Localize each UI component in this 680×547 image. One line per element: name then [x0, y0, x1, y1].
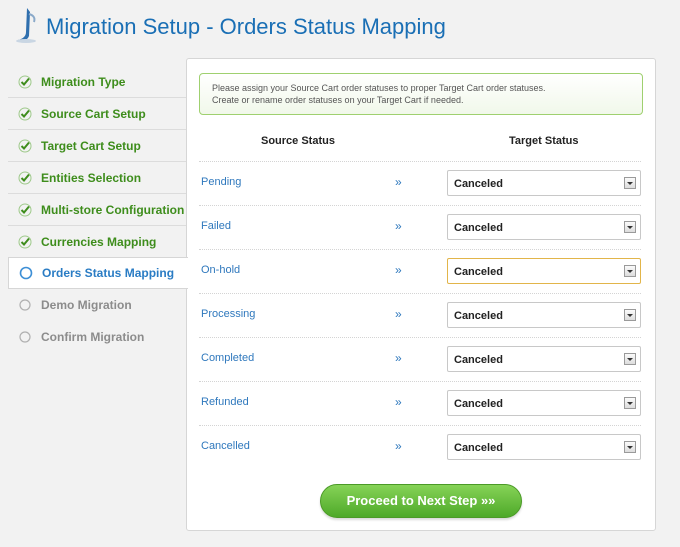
empty-circle-icon [18, 298, 32, 312]
notice-line: Create or rename order statuses on your … [212, 95, 464, 105]
mapping-row: Failed » Canceled [199, 205, 641, 249]
current-step-icon [19, 266, 33, 280]
chevron-down-icon[interactable] [624, 353, 636, 365]
selected-value: Canceled [454, 354, 503, 366]
step-label: Currencies Mapping [41, 234, 157, 249]
step-label: Orders Status Mapping [42, 266, 175, 280]
mapping-arrow-icon: » [395, 395, 402, 409]
logo-icon [16, 8, 36, 43]
proceed-next-step-button[interactable]: Proceed to Next Step »» [320, 484, 522, 518]
mapping-row: Processing » Canceled [199, 293, 641, 337]
check-icon [18, 171, 32, 185]
mapping-row: Refunded » Canceled [199, 381, 641, 425]
source-status-label: Completed [201, 352, 255, 364]
step-label: Entities Selection [41, 170, 142, 185]
step-label: Confirm Migration [41, 330, 145, 344]
step-label: Migration Type [41, 74, 126, 89]
source-status-label: Cancelled [201, 440, 250, 452]
selected-value: Canceled [454, 398, 503, 410]
mapping-row: Completed » Canceled [199, 337, 641, 381]
mapping-arrow-icon: » [395, 307, 402, 321]
check-icon [18, 139, 32, 153]
chevron-down-icon[interactable] [624, 177, 636, 189]
mapping-arrow-icon: » [395, 263, 402, 277]
target-status-select[interactable]: Canceled [447, 346, 641, 372]
source-status-label: On-hold [201, 264, 241, 276]
target-status-select[interactable]: Canceled [447, 434, 641, 460]
chevron-down-icon[interactable] [624, 397, 636, 409]
mapping-arrow-icon: » [395, 175, 402, 189]
source-status-label: Pending [201, 176, 242, 188]
step-label: Target Cart Setup [41, 138, 141, 153]
chevron-down-icon[interactable] [624, 309, 636, 321]
source-status-header: Source Status [261, 135, 335, 147]
mapping-row: Cancelled » Canceled [199, 425, 641, 469]
step-multi-store-configuration[interactable]: Multi-store Configuration [8, 194, 186, 226]
step-source-cart-setup[interactable]: Source Cart Setup [8, 98, 186, 130]
step-currencies-mapping[interactable]: Currencies Mapping [8, 226, 186, 258]
selected-value: Canceled [454, 310, 503, 322]
chevron-down-icon[interactable] [624, 265, 636, 277]
chevron-down-icon[interactable] [624, 441, 636, 453]
mapping-arrow-icon: » [395, 439, 402, 453]
step-migration-type[interactable]: Migration Type [8, 66, 186, 98]
step-label: Source Cart Setup [41, 106, 146, 121]
selected-value: Canceled [454, 266, 503, 278]
selected-value: Canceled [454, 222, 503, 234]
step-orders-status-mapping[interactable]: Orders Status Mapping [8, 257, 188, 289]
source-status-label: Failed [201, 220, 231, 232]
step-label: Demo Migration [41, 298, 132, 312]
mapping-row: Pending » Canceled [199, 161, 641, 205]
info-notice: Please assign your Source Cart order sta… [199, 73, 643, 115]
check-icon [18, 203, 32, 217]
selected-value: Canceled [454, 442, 503, 454]
check-icon [18, 107, 32, 121]
source-status-label: Refunded [201, 396, 249, 408]
target-status-select[interactable]: Canceled [447, 302, 641, 328]
step-confirm-migration: Confirm Migration [8, 321, 186, 353]
selected-value: Canceled [454, 178, 503, 190]
mapping-row: On-hold » Canceled [199, 249, 641, 293]
target-status-select[interactable]: Canceled [447, 214, 641, 240]
step-entities-selection[interactable]: Entities Selection [8, 162, 186, 194]
mapping-arrow-icon: » [395, 219, 402, 233]
step-target-cart-setup[interactable]: Target Cart Setup [8, 130, 186, 162]
chevron-down-icon[interactable] [624, 221, 636, 233]
check-icon [18, 235, 32, 249]
source-status-label: Processing [201, 308, 256, 320]
target-status-header: Target Status [509, 135, 579, 147]
step-label: Multi-store Configuration [41, 202, 185, 217]
target-status-select[interactable]: Canceled [447, 258, 641, 284]
notice-line: Please assign your Source Cart order sta… [212, 83, 546, 93]
check-icon [18, 75, 32, 89]
target-status-select[interactable]: Canceled [447, 390, 641, 416]
page-title: Migration Setup - Orders Status Mapping [46, 14, 446, 39]
step-demo-migration: Demo Migration [8, 289, 186, 321]
mapping-arrow-icon: » [395, 351, 402, 365]
mapping-panel: Please assign your Source Cart order sta… [186, 58, 656, 531]
target-status-select[interactable]: Canceled [447, 170, 641, 196]
steps-sidebar: Migration Type Source Cart Setup Target … [8, 66, 188, 353]
empty-circle-icon [18, 330, 32, 344]
header: Migration Setup - Orders Status Mapping [0, 0, 680, 56]
